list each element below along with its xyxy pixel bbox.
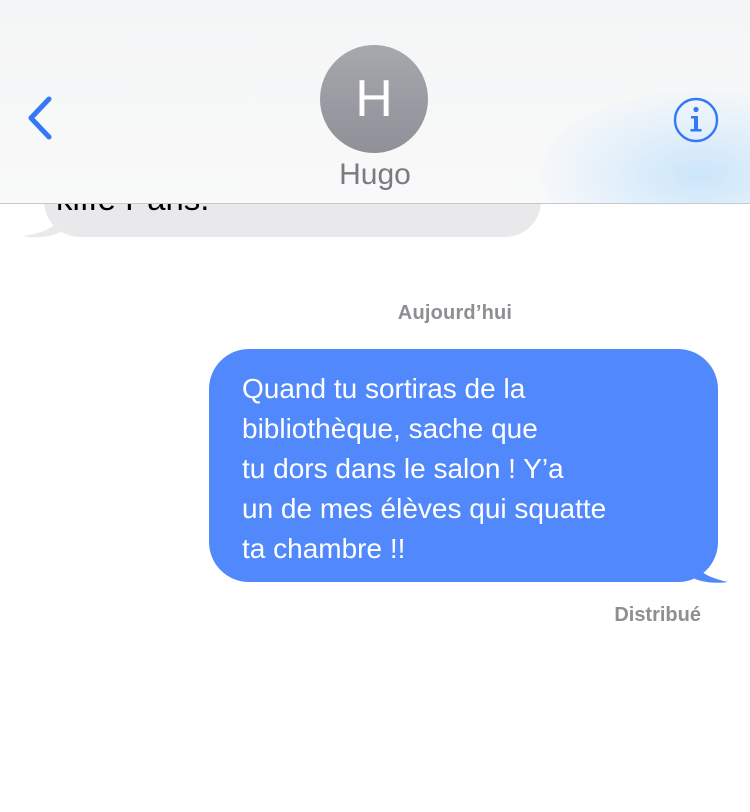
contact-avatar[interactable]: H	[320, 45, 428, 153]
message-line: un de mes élèves qui squatte	[242, 493, 607, 524]
outgoing-message-bubble[interactable]: Quand tu sortiras de la bibliothèque, sa…	[209, 349, 718, 582]
avatar-initial: H	[355, 70, 393, 128]
conversation-header: H Hugo	[0, 0, 750, 204]
delivery-status: Distribué	[614, 604, 701, 626]
back-button[interactable]	[16, 92, 64, 144]
message-line: tu dors dans le salon ! Y’a	[242, 453, 564, 484]
date-separator: Aujourd’hui	[397, 302, 513, 324]
message-line: ta chambre !!	[242, 533, 406, 564]
message-line: bibliothèque, sache que	[242, 413, 538, 444]
chevron-left-icon	[28, 96, 52, 140]
message-line: Quand tu sortiras de la	[242, 373, 526, 404]
messages-screen: kiffe Paris. Aujourd’hui Quand tu sortir…	[0, 0, 750, 812]
info-circle-icon[interactable]	[672, 96, 720, 144]
contact-name[interactable]: Hugo	[0, 157, 750, 193]
